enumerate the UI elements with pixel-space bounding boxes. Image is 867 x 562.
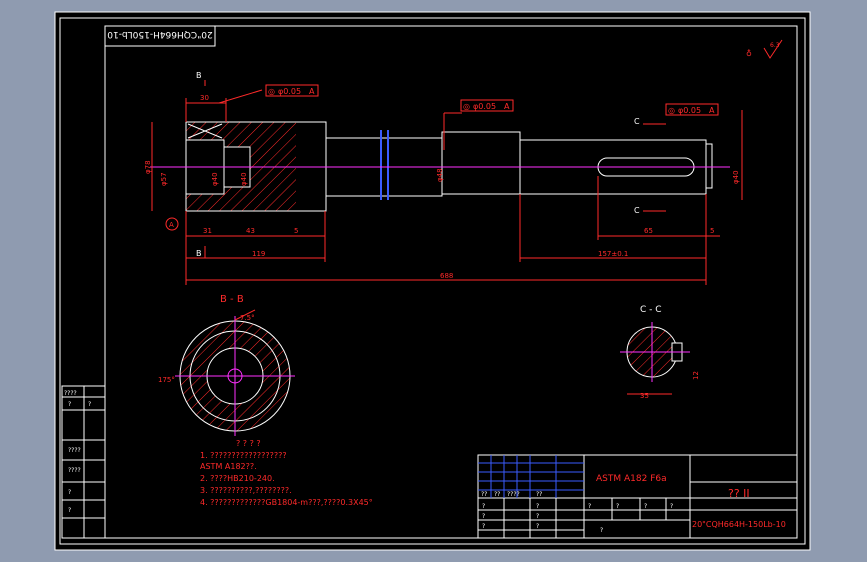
- svg-text:φ0.05: φ0.05: [278, 87, 301, 96]
- material: ASTM A182 F6a: [596, 474, 667, 484]
- left-label-0: ????: [64, 390, 77, 397]
- left-label-1: ?: [68, 401, 71, 408]
- left-label-3: ????: [68, 447, 81, 454]
- part-name: ?? II: [728, 487, 750, 500]
- dim-30: 30: [200, 94, 209, 102]
- svg-text:◎: ◎: [268, 87, 275, 96]
- left-label-2: ?: [88, 401, 91, 408]
- header-cell-1: ??: [494, 491, 500, 498]
- dim-119: 119: [252, 250, 265, 258]
- header-cell-3: ??: [536, 491, 542, 498]
- dim-angle-7-5: 7.5°: [240, 314, 255, 322]
- note-1b: ASTM A182??.: [200, 462, 257, 471]
- dim-phi78: φ78: [144, 160, 152, 174]
- tb-q-5: ?: [536, 513, 539, 520]
- tb-q-11: ?: [600, 527, 603, 534]
- note-3: 3. ??????????,????????.: [200, 486, 292, 495]
- svg-text:♁: ♁: [746, 49, 752, 58]
- svg-text:6.3: 6.3: [770, 42, 780, 49]
- tb-q-9: ?: [644, 503, 647, 510]
- drawing-area: [54, 11, 811, 551]
- tolerance-frame-1: ◎ φ0.05 A: [265, 84, 319, 97]
- left-label-6: ?: [68, 507, 71, 514]
- cut-c-bottom: C: [634, 206, 640, 215]
- dim-5b: 5: [710, 227, 714, 235]
- tolerance-frame-2: ◎ φ0.05 A: [460, 99, 514, 112]
- tb-q-1: ?: [482, 503, 485, 510]
- note-1: 1. ??????????????????: [200, 451, 287, 460]
- cut-c-top: C: [634, 117, 640, 126]
- dim-65: 65: [644, 227, 653, 235]
- dim-angle-175: 175°: [158, 376, 175, 384]
- notes-title: ? ? ? ?: [236, 439, 261, 448]
- svg-text:A: A: [709, 106, 715, 115]
- header-cell-0: ??: [481, 491, 487, 498]
- tolerance-frame-3: ◎ φ0.05 A: [665, 103, 719, 116]
- stamp-rotated: 20"CQH664H-150Lb-10: [107, 29, 213, 39]
- tb-q-4: ?: [536, 503, 539, 510]
- dim-phi48: φ48: [436, 168, 444, 182]
- section-c-title: C - C: [640, 305, 662, 315]
- tb-q-7: ?: [588, 503, 591, 510]
- tb-q-3: ?: [482, 523, 485, 530]
- svg-text:A: A: [169, 221, 174, 229]
- left-label-5: ?: [68, 489, 71, 496]
- header-cell-2: ????: [507, 491, 520, 498]
- section-b-title: B - B: [220, 294, 244, 305]
- tb-q-6: ?: [536, 523, 539, 530]
- dim-12: 12: [692, 371, 700, 380]
- tb-q-8: ?: [616, 503, 619, 510]
- dim-phi40c: φ40: [732, 170, 740, 184]
- dim-157: 157±0.1: [598, 250, 628, 258]
- svg-text:◎: ◎: [463, 102, 470, 111]
- dim-688: 688: [440, 272, 453, 280]
- dim-phi40b: φ40: [240, 172, 248, 186]
- dim-31: 31: [203, 227, 212, 235]
- cut-b-top: B: [196, 71, 202, 80]
- dim-phi40a: φ40: [211, 172, 219, 186]
- note-2: 2. ????HB210-240.: [200, 474, 275, 483]
- dim-5a: 5: [294, 227, 298, 235]
- svg-text:φ0.05: φ0.05: [678, 106, 701, 115]
- svg-text:◎: ◎: [668, 106, 675, 115]
- tb-q-10: ?: [670, 503, 673, 510]
- left-label-4: ????: [68, 467, 81, 474]
- dim-43: 43: [246, 227, 255, 235]
- note-4: 4. ?????????????GB1804-m???,????0.3X45°: [200, 498, 373, 507]
- drawing-number: 20"CQH664H-150Lb-10: [692, 520, 786, 529]
- cad-drawing-canvas: 20"CQH664H-150Lb-10 ♁ 6.3 ◎ φ0.05 A ◎ φ0…: [54, 11, 811, 551]
- svg-text:A: A: [504, 102, 510, 111]
- tb-q-2: ?: [482, 513, 485, 520]
- dim-35: 35: [640, 392, 649, 400]
- cut-b-bottom: B: [196, 249, 202, 258]
- svg-text:A: A: [309, 87, 315, 96]
- dim-phi57: φ57: [160, 172, 168, 186]
- svg-text:φ0.05: φ0.05: [473, 102, 496, 111]
